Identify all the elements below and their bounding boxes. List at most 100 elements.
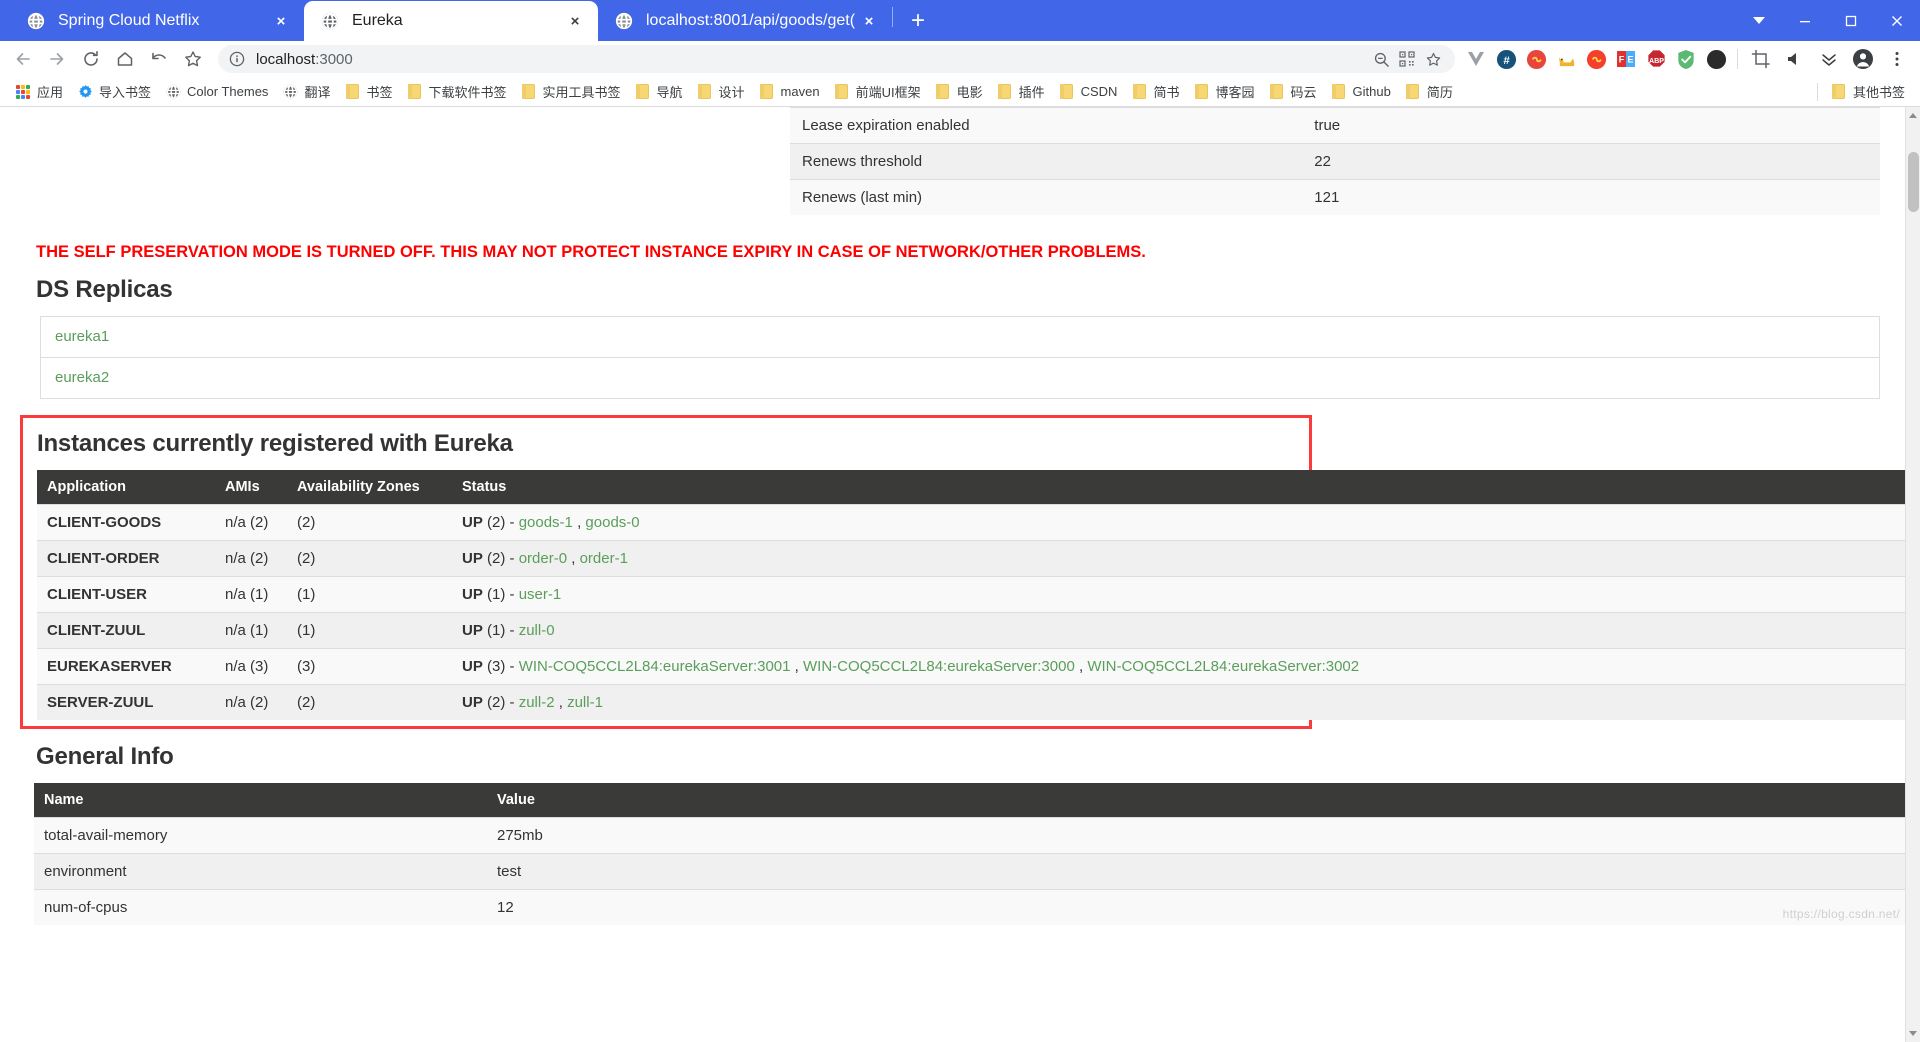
folder-icon bbox=[1831, 84, 1847, 100]
bookmark-folder-11[interactable]: 电影 bbox=[928, 80, 990, 104]
bookmark-import[interactable]: 导入书签 bbox=[70, 80, 158, 104]
replica-link[interactable]: eureka1 bbox=[55, 328, 109, 345]
bookmark-folder-13[interactable]: CSDN bbox=[1052, 80, 1125, 104]
cell-status: UP (2) - order-0 , order-1 bbox=[452, 540, 1920, 577]
instance-separator: , bbox=[1074, 658, 1088, 675]
infinity-red-icon[interactable] bbox=[1522, 45, 1550, 73]
bookmark-folder-16[interactable]: 码云 bbox=[1261, 80, 1323, 104]
fe-helper-icon[interactable]: FE bbox=[1612, 45, 1640, 73]
bookmark-folder-5[interactable]: 下载软件书签 bbox=[399, 80, 513, 104]
column-header-status: Status bbox=[452, 470, 1920, 505]
instance-link[interactable]: zull-1 bbox=[567, 694, 603, 711]
table-head: Name Value bbox=[34, 783, 1914, 818]
instance-link[interactable]: order-0 bbox=[519, 550, 567, 567]
cell-name: total-avail-memory bbox=[34, 817, 487, 854]
bookmark-label: 实用工具书签 bbox=[542, 85, 621, 100]
bookmark-folder-15[interactable]: 博客园 bbox=[1186, 80, 1261, 104]
volume-icon[interactable] bbox=[1780, 44, 1810, 74]
reload-icon[interactable] bbox=[76, 44, 106, 74]
infinity-orange-icon[interactable] bbox=[1582, 45, 1610, 73]
application-name: CLIENT-GOODS bbox=[47, 514, 162, 531]
browser-toolbar: localhost:3000 # FE ABP bbox=[0, 41, 1920, 77]
status-count: (1) - bbox=[482, 622, 519, 639]
cell-status: UP (1) - user-1 bbox=[452, 576, 1920, 613]
maximize-button[interactable] bbox=[1828, 0, 1874, 41]
browser-tab-0[interactable]: Spring Cloud Netflix × bbox=[10, 1, 304, 41]
bookmark-color-themes[interactable]: Color Themes bbox=[158, 80, 275, 104]
star-icon[interactable] bbox=[178, 44, 208, 74]
back-arrow-icon[interactable] bbox=[8, 44, 38, 74]
info-circle-icon[interactable] bbox=[228, 50, 246, 68]
close-icon[interactable]: × bbox=[564, 10, 586, 32]
close-icon[interactable]: × bbox=[858, 10, 880, 32]
home-icon[interactable] bbox=[110, 44, 140, 74]
bookmark-folder-17[interactable]: Github bbox=[1324, 80, 1398, 104]
bookmarks-divider bbox=[1816, 82, 1818, 101]
column-header-zones: Availability Zones bbox=[287, 470, 452, 505]
bookmark-folder-9[interactable]: maven bbox=[752, 80, 827, 104]
bookmark-other-folder[interactable]: 其他书签 bbox=[1824, 80, 1912, 104]
instance-separator: , bbox=[572, 514, 586, 531]
scroll-down-icon[interactable] bbox=[1909, 1031, 1917, 1036]
folder-icon bbox=[1405, 84, 1421, 100]
bookmark-folder-4[interactable]: 书签 bbox=[337, 80, 399, 104]
instance-link[interactable]: zull-0 bbox=[519, 622, 555, 639]
hash-extension-icon[interactable]: # bbox=[1492, 45, 1520, 73]
vue-devtools-icon[interactable] bbox=[1462, 45, 1490, 73]
double-chevron-down-icon[interactable] bbox=[1814, 44, 1844, 74]
chrome-menu-icon[interactable] bbox=[1882, 44, 1912, 74]
bookmark-folder-8[interactable]: 设计 bbox=[690, 80, 752, 104]
instance-link[interactable]: WIN-COQ5CCL2L84:eurekaServer:3002 bbox=[1087, 658, 1359, 675]
bookmark-apps[interactable]: 应用 bbox=[8, 80, 70, 104]
bookmark-folder-18[interactable]: 简历 bbox=[1398, 80, 1460, 104]
cell-amis: n/a (1) bbox=[215, 612, 287, 649]
browser-tab-2[interactable]: localhost:8001/api/goods/get( × bbox=[598, 1, 892, 41]
cell-name: num-of-cpus bbox=[34, 889, 487, 925]
adblock-plus-icon[interactable]: ABP bbox=[1642, 45, 1670, 73]
eureka-status-table: Lease expiration enabled true Renews thr… bbox=[790, 107, 1880, 215]
folder-icon bbox=[759, 84, 775, 100]
star-outline-icon[interactable] bbox=[1421, 47, 1445, 71]
bookmark-folder-14[interactable]: 简书 bbox=[1124, 80, 1186, 104]
instance-link[interactable]: goods-0 bbox=[585, 514, 639, 531]
status-badge: UP bbox=[462, 586, 483, 603]
bookmark-folder-10[interactable]: 前端UI框架 bbox=[827, 80, 928, 104]
cat-extension-icon[interactable] bbox=[1552, 45, 1580, 73]
instance-link[interactable]: goods-1 bbox=[519, 514, 573, 531]
close-window-button[interactable] bbox=[1874, 0, 1920, 41]
close-icon[interactable]: × bbox=[270, 10, 292, 32]
new-tab-button[interactable]: + bbox=[901, 4, 935, 38]
minimize-button[interactable] bbox=[1782, 0, 1828, 41]
profile-avatar-icon[interactable] bbox=[1848, 44, 1878, 74]
tab-search-button[interactable] bbox=[1736, 0, 1782, 41]
instance-link[interactable]: WIN-COQ5CCL2L84:eurekaServer:3000 bbox=[803, 658, 1075, 675]
bookmark-folder-12[interactable]: 插件 bbox=[990, 80, 1052, 104]
bookmark-label: 简历 bbox=[1426, 85, 1453, 100]
replica-link[interactable]: eureka2 bbox=[55, 369, 109, 386]
bookmark-folder-6[interactable]: 实用工具书签 bbox=[513, 80, 627, 104]
scroll-up-icon[interactable] bbox=[1909, 113, 1917, 118]
page-scrollbar[interactable] bbox=[1905, 107, 1920, 1042]
zoom-out-icon[interactable] bbox=[1369, 47, 1393, 71]
qr-code-icon[interactable] bbox=[1395, 47, 1419, 71]
dark-reader-icon[interactable] bbox=[1702, 45, 1730, 73]
instance-link[interactable]: order-1 bbox=[580, 550, 628, 567]
instance-link[interactable]: zull-2 bbox=[519, 694, 555, 711]
cell-zones: (1) bbox=[287, 612, 452, 649]
screenshot-crop-icon[interactable] bbox=[1746, 44, 1776, 74]
svg-text:#: # bbox=[1503, 54, 1510, 66]
bookmark-label: 博客园 bbox=[1215, 85, 1255, 100]
eureka-status-table-wrap: Lease expiration enabled true Renews thr… bbox=[20, 107, 1900, 215]
forward-arrow-icon[interactable] bbox=[42, 44, 72, 74]
instance-link[interactable]: WIN-COQ5CCL2L84:eurekaServer:3001 bbox=[519, 658, 791, 675]
bookmark-translate[interactable]: 翻译 bbox=[275, 80, 337, 104]
undo-arrow-icon[interactable] bbox=[144, 44, 174, 74]
instance-link[interactable]: user-1 bbox=[519, 586, 562, 603]
shield-check-icon[interactable] bbox=[1672, 45, 1700, 73]
scrollbar-thumb[interactable] bbox=[1908, 152, 1919, 212]
browser-tab-1[interactable]: Eureka × bbox=[304, 1, 598, 41]
bookmark-label: 导入书签 bbox=[99, 85, 152, 100]
bookmark-folder-7[interactable]: 导航 bbox=[628, 80, 690, 104]
address-bar[interactable]: localhost:3000 bbox=[218, 45, 1455, 73]
tab-title: Spring Cloud Netflix bbox=[58, 12, 200, 29]
